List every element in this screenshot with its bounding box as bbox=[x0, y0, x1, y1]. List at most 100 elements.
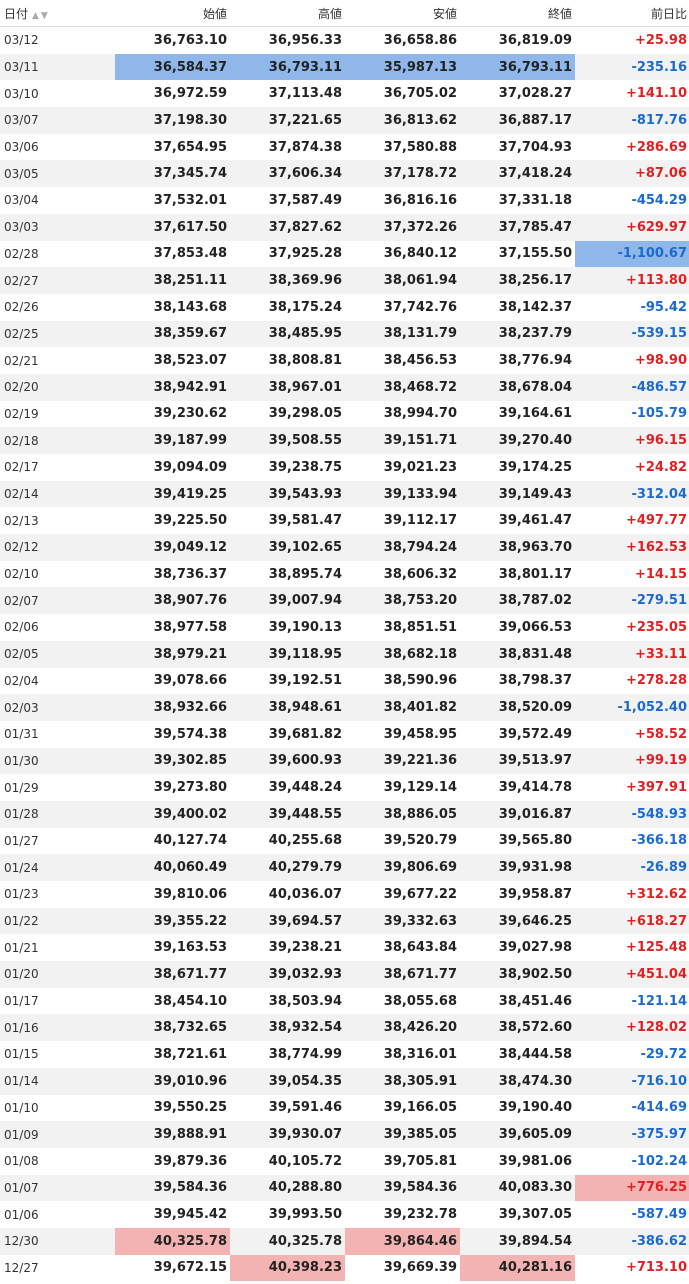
cell-high: 38,808.81 bbox=[268, 353, 342, 369]
table-row: 01/29 39,273.80 39,448.24 39,129.14 39,414.7… bbox=[0, 774, 689, 801]
header-open[interactable]: 始値 bbox=[115, 0, 230, 27]
cell-low: 37,580.88 bbox=[383, 139, 457, 155]
cell-high: 39,694.57 bbox=[230, 907, 345, 935]
cell-change: +14.15 bbox=[634, 566, 687, 582]
cell-change: -26.89 bbox=[575, 854, 689, 881]
table-row: 02/07 38,907.76 39,007.94 38,753.20 38,787.0… bbox=[0, 587, 689, 615]
cell-date: 03/05 bbox=[0, 160, 115, 188]
cell-high: 38,774.99 bbox=[268, 1046, 342, 1062]
cell-high: 36,793.11 bbox=[230, 53, 345, 81]
cell-change: +113.80 bbox=[575, 267, 689, 294]
cell-date: 01/06 bbox=[4, 1207, 39, 1222]
cell-change: -414.69 bbox=[631, 1100, 687, 1116]
cell-close: 39,149.43 bbox=[460, 480, 575, 508]
cell-high: 37,587.49 bbox=[268, 192, 342, 208]
table-row: 03/05 37,345.74 37,606.34 37,178.72 37,418.2… bbox=[0, 160, 689, 188]
table-row: 12/30 40,325.78 40,325.78 39,864.46 39,894.5… bbox=[0, 1227, 689, 1255]
cell-change: -548.93 bbox=[575, 800, 689, 828]
table-row: 03/11 36,584.37 36,793.11 35,987.13 36,793.1… bbox=[0, 53, 689, 81]
cell-low: 39,332.63 bbox=[345, 907, 460, 935]
table-row: 02/03 38,932.66 38,948.61 38,401.82 38,520.0… bbox=[0, 694, 689, 721]
cell-date: 02/21 bbox=[4, 353, 39, 368]
table-row: 01/21 39,163.53 39,238.21 38,643.84 39,027.9… bbox=[0, 934, 689, 961]
cell-low: 39,705.81 bbox=[383, 1153, 457, 1169]
cell-close: 38,801.17 bbox=[498, 566, 572, 582]
cell-open: 39,230.62 bbox=[153, 406, 227, 422]
cell-change: +286.69 bbox=[625, 139, 687, 155]
cell-high: 39,118.95 bbox=[230, 640, 345, 668]
table-row: 03/07 37,198.30 37,221.65 36,813.62 36,887.1… bbox=[0, 107, 689, 134]
cell-change: +713.10 bbox=[625, 1260, 687, 1276]
cell-close: 39,894.54 bbox=[460, 1227, 575, 1255]
cell-close: 40,083.30 bbox=[460, 1174, 575, 1202]
cell-close: 38,451.46 bbox=[498, 993, 572, 1009]
table-row: 01/06 39,945.42 39,993.50 39,232.78 39,307.0… bbox=[0, 1201, 689, 1228]
header-low[interactable]: 安値 bbox=[345, 0, 460, 27]
cell-change: +24.82 bbox=[634, 459, 687, 475]
cell-low: 38,456.53 bbox=[383, 353, 457, 369]
table-row: 02/25 38,359.67 38,485.95 38,131.79 38,237.7… bbox=[0, 320, 689, 348]
cell-low: 38,061.94 bbox=[345, 267, 460, 294]
cell-low: 38,606.32 bbox=[383, 566, 457, 582]
cell-low: 38,468.72 bbox=[345, 373, 460, 401]
cell-open: 36,763.10 bbox=[153, 32, 227, 48]
cell-close: 39,572.49 bbox=[498, 726, 572, 742]
cell-open: 39,550.25 bbox=[153, 1100, 227, 1116]
cell-close: 39,307.05 bbox=[498, 1207, 572, 1223]
cell-change: -716.10 bbox=[575, 1067, 689, 1095]
header-close[interactable]: 終値 bbox=[460, 0, 575, 27]
cell-change: +618.27 bbox=[575, 907, 689, 935]
cell-open: 40,060.49 bbox=[115, 854, 230, 881]
header-change[interactable]: 前日比 bbox=[575, 0, 689, 27]
table-row: 02/28 37,853.48 37,925.28 36,840.12 37,155.5… bbox=[0, 240, 689, 268]
cell-low: 37,178.72 bbox=[345, 160, 460, 188]
cell-close: 40,281.16 bbox=[460, 1254, 575, 1282]
cell-change: -486.57 bbox=[575, 373, 689, 401]
sort-arrows-icon[interactable]: ▲▼ bbox=[32, 11, 50, 21]
cell-open: 38,979.21 bbox=[115, 640, 230, 668]
cell-date: 01/08 bbox=[4, 1154, 39, 1169]
table-row: 03/12 36,763.10 36,956.33 36,658.86 36,819.0… bbox=[0, 27, 689, 54]
cell-high: 36,956.33 bbox=[268, 32, 342, 48]
cell-low: 39,129.14 bbox=[383, 780, 457, 796]
cell-close: 37,704.93 bbox=[498, 139, 572, 155]
cell-change: +87.06 bbox=[575, 160, 689, 188]
header-date[interactable]: 日付 ▲▼ bbox=[0, 0, 115, 27]
cell-close: 37,785.47 bbox=[460, 213, 575, 241]
cell-low: 39,864.46 bbox=[345, 1227, 460, 1255]
cell-low: 38,643.84 bbox=[383, 940, 457, 956]
cell-change: -105.79 bbox=[631, 406, 687, 422]
table-row: 01/27 40,127.74 40,255.68 39,520.79 39,565.8… bbox=[0, 828, 689, 855]
cell-high: 40,279.79 bbox=[230, 854, 345, 881]
cell-open: 39,888.91 bbox=[115, 1121, 230, 1148]
cell-low: 37,742.76 bbox=[383, 299, 457, 315]
cell-date: 01/23 bbox=[4, 887, 39, 902]
cell-date: 02/19 bbox=[4, 406, 39, 421]
cell-change: +497.77 bbox=[625, 513, 687, 529]
cell-high: 39,543.93 bbox=[230, 480, 345, 508]
cell-low: 39,151.71 bbox=[345, 427, 460, 454]
cell-high: 40,105.72 bbox=[268, 1153, 342, 1169]
cell-date: 03/03 bbox=[0, 213, 115, 241]
cell-close: 38,142.37 bbox=[498, 299, 572, 315]
cell-open: 38,736.37 bbox=[153, 566, 227, 582]
cell-high: 37,221.65 bbox=[230, 107, 345, 134]
cell-low: 39,677.22 bbox=[383, 886, 457, 902]
cell-date: 02/06 bbox=[4, 620, 39, 635]
cell-low: 38,590.96 bbox=[383, 673, 457, 689]
cell-high: 39,298.05 bbox=[268, 406, 342, 422]
cell-open: 38,932.66 bbox=[115, 694, 230, 721]
cell-close: 38,831.48 bbox=[460, 640, 575, 668]
cell-low: 39,458.95 bbox=[383, 726, 457, 742]
table-row: 01/30 39,302.85 39,600.93 39,221.36 39,513.9… bbox=[0, 747, 689, 775]
table-row: 01/14 39,010.96 39,054.35 38,305.91 38,474.3… bbox=[0, 1067, 689, 1095]
cell-close: 37,155.50 bbox=[498, 246, 572, 262]
cell-date: 02/18 bbox=[0, 427, 115, 454]
cell-date: 02/20 bbox=[0, 373, 115, 401]
header-high[interactable]: 高値 bbox=[230, 0, 345, 27]
cell-low: 39,221.36 bbox=[345, 747, 460, 775]
cell-high: 39,591.46 bbox=[268, 1100, 342, 1116]
cell-date: 12/30 bbox=[0, 1227, 115, 1255]
cell-date: 03/07 bbox=[0, 107, 115, 134]
cell-high: 38,948.61 bbox=[230, 694, 345, 721]
